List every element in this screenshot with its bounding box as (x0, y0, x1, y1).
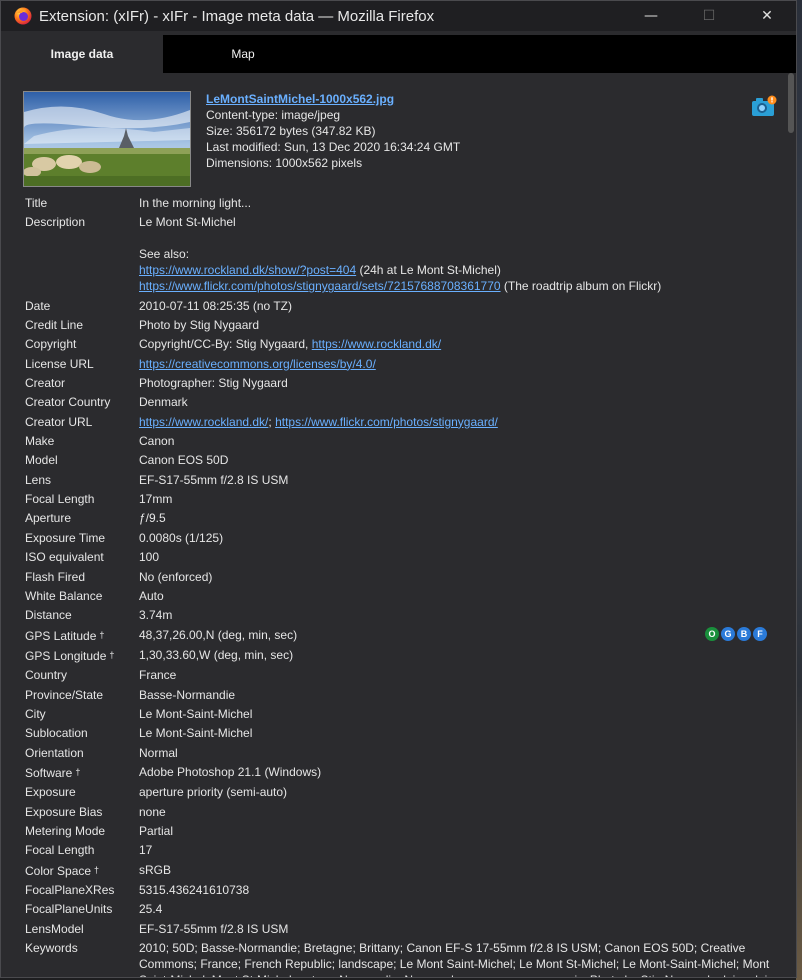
see-also-link-rockland[interactable]: https://www.rockland.dk/show/?post=404 (139, 263, 356, 277)
meta-row-aperture: Aperture ƒ/9.5 (25, 511, 166, 526)
close-button[interactable]: ✕ (738, 1, 796, 31)
browser-window: Extension: (xIFr) - xIFr - Image meta da… (0, 0, 797, 978)
meta-row-focal-plane-xres: FocalPlaneXRes 5315.436241610738 (25, 883, 250, 897)
meta-row-copyright: Copyright Copyright/CC-By: Stig Nygaard,… (25, 337, 442, 352)
meta-row-metering-mode: Metering Mode Partial (25, 823, 174, 838)
meta-row-city: City Le Mont-Saint-Michel (25, 706, 253, 721)
dimensions: Dimensions: 1000x562 pixels (206, 156, 363, 170)
file-header: LeMontSaintMichel-1000x562.jpg Content-t… (23, 91, 783, 191)
meta-row-lens: Lens EF-S17-55mm f/2.8 IS USM (25, 472, 289, 487)
firefox-icon (14, 7, 32, 25)
last-modified: Last modified: Sun, 13 Dec 2020 16:34:24… (206, 140, 461, 154)
file-info: LeMontSaintMichel-1000x562.jpg Content-t… (206, 91, 460, 171)
meta-row-iso: ISO equivalent 100 (25, 550, 160, 565)
tab-bar: Image data Map (1, 35, 796, 73)
meta-row-color-space: Color Space † sRGB (25, 862, 172, 878)
see-also-link-flickr[interactable]: https://www.flickr.com/photos/stignygaar… (139, 279, 501, 293)
content-area: LeMontSaintMichel-1000x562.jpg Content-t… (1, 73, 796, 977)
meta-row-gps-longitude: GPS Longitude † 1,30,33.60,W (deg, min, s… (25, 647, 294, 663)
meta-row-province: Province/State Basse-Normandie (25, 687, 236, 702)
meta-row-description: Description Le Mont St-Michel See also: … (25, 215, 662, 294)
creator-url-link-rockland[interactable]: https://www.rockland.dk/ (139, 415, 268, 429)
map-service-icons: O G B F (705, 626, 767, 641)
google-maps-icon[interactable]: G (721, 626, 735, 641)
meta-row-date: Date 2010-07-11 08:25:35 (no TZ) (25, 298, 292, 313)
meta-row-exposure-bias: Exposure Bias none (25, 804, 166, 819)
meta-row-credit: Credit Line Photo by Stig Nygaard (25, 318, 260, 333)
image-thumbnail (23, 91, 191, 187)
flickr-map-icon[interactable]: F (753, 626, 767, 641)
minimize-button[interactable]: — (622, 1, 680, 31)
meta-row-keywords: Keywords 2010; 50D; Basse-Normandie; Bre… (25, 941, 783, 977)
scrollbar[interactable] (788, 73, 794, 133)
meta-row-model: Model Canon EOS 50D (25, 453, 229, 468)
meta-row-sublocation: Sublocation Le Mont-Saint-Michel (25, 726, 253, 741)
content-type: Content-type: image/jpeg (206, 108, 341, 122)
meta-row-focal-plane-units: FocalPlaneUnits 25.4 (25, 902, 163, 917)
license-link[interactable]: https://creativecommons.org/licenses/by/… (139, 357, 376, 371)
file-name-link[interactable]: LeMontSaintMichel-1000x562.jpg (206, 92, 394, 106)
meta-row-creator: Creator Photographer: Stig Nygaard (25, 376, 288, 391)
meta-row-flash: Flash Fired No (enforced) (25, 569, 213, 584)
meta-row-title: Title In the morning light... (25, 196, 252, 210)
meta-row-make: Make Canon (25, 434, 175, 449)
meta-row-exposure-time: Exposure Time 0.0080s (1/125) (25, 530, 224, 545)
meta-row-orientation: Orientation Normal (25, 745, 178, 760)
tab-map[interactable]: Map (163, 35, 323, 73)
meta-row-distance: Distance 3.74m (25, 608, 173, 623)
meta-row-license: License URL https://creativecommons.org/… (25, 356, 376, 371)
meta-row-focal-length: Focal Length 17mm (25, 492, 173, 507)
metadata-table: Title In the morning light... Descriptio… (25, 195, 785, 977)
meta-row-exposure: Exposure aperture priority (semi-auto) (25, 785, 288, 800)
bing-maps-icon[interactable]: B (737, 626, 751, 641)
file-size: Size: 356172 bytes (347.82 KB) (206, 124, 376, 138)
meta-row-country: Country France (25, 668, 177, 683)
camera-icon[interactable] (751, 95, 777, 116)
window-title: Extension: (xIFr) - xIFr - Image meta da… (39, 7, 435, 25)
meta-row-lens-model: LensModel EF-S17-55mm f/2.8 IS USM (25, 921, 289, 936)
meta-row-white-balance: White Balance Auto (25, 588, 164, 603)
tab-image-data[interactable]: Image data (1, 35, 163, 73)
creator-url-link-flickr[interactable]: https://www.flickr.com/photos/stignygaar… (275, 415, 498, 429)
maximize-button[interactable]: ☐ (680, 1, 738, 31)
meta-row-gps-latitude: GPS Latitude † 48,37,26.00,N (deg, min, s… (25, 626, 785, 644)
title-bar: Extension: (xIFr) - xIFr - Image meta da… (1, 1, 796, 31)
meta-row-focal-length-2: Focal Length 17 (25, 843, 153, 858)
openstreetmap-icon[interactable]: O (705, 626, 719, 641)
meta-row-creator-country: Creator Country Denmark (25, 395, 188, 410)
meta-row-creator-url: Creator URL https://www.rockland.dk/; ht… (25, 414, 498, 429)
meta-row-software: Software † Adobe Photoshop 21.1 (Windows) (25, 764, 322, 780)
copyright-link[interactable]: https://www.rockland.dk/ (312, 337, 441, 351)
